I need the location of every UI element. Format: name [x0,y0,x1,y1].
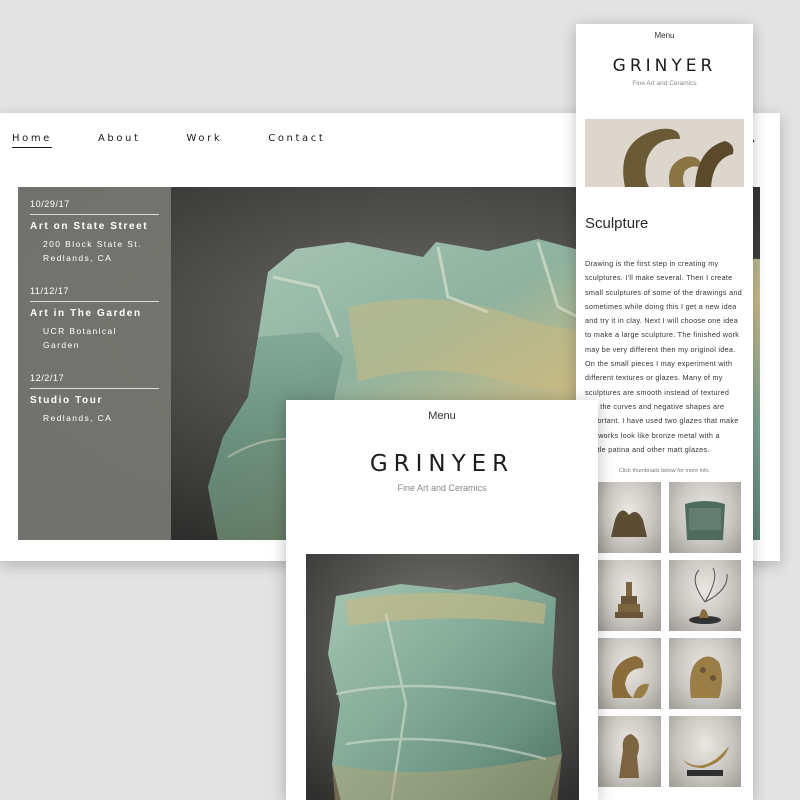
section-title: Sculpture [585,215,649,232]
banana-sculpture-icon[interactable] [669,716,741,788]
event-address-line: 200 Block State St. [43,239,142,249]
main-nav: Home About Work Contact [12,133,325,148]
sculpture-description: Drawing is the first step in creating my… [585,259,743,454]
site-tagline: Fine Art and Ceramics [632,80,697,87]
bird-figure-icon[interactable] [597,716,661,788]
event-title: Studio Tour [30,395,103,406]
sculpture-header-image [585,119,744,187]
event-address-line: Garden [43,340,80,350]
thumbnail-hint: Click thumbnails below for more info. [618,468,711,475]
nav-contact-link[interactable]: Contact [268,133,325,148]
nav-work-link[interactable]: Work [187,133,223,148]
site-logo[interactable]: GRINYER [576,56,753,76]
event-address-line: Redlands, CA [43,253,113,263]
events-panel: 10/29/17 Art on State Street 200 Block S… [18,187,171,540]
stacked-vessel-icon[interactable] [597,560,661,632]
textured-figure-icon[interactable] [669,638,741,710]
mobile-home-page-mockup: Menu GRINYER Fine Art and Ceramics [286,400,598,800]
event-date: 11/12/17 [30,286,159,302]
nav-home-link[interactable]: Home [12,133,52,148]
event-address: Redlands, CA [43,411,171,425]
event-date: 12/2/17 [30,373,159,389]
event-title: Art on State Street [30,221,149,232]
event-date: 10/29/17 [30,199,159,215]
green-vessel-icon[interactable] [669,482,741,554]
event-item[interactable]: 12/2/17 Studio Tour Redlands, CA [30,373,171,425]
basket-sculpture-icon[interactable] [597,482,661,554]
site-tagline: Fine Art and Ceramics [397,483,487,493]
site-logo[interactable]: GRINYER [286,451,598,477]
nav-about-link[interactable]: About [98,133,141,148]
event-address: 200 Block State St. Redlands, CA [43,237,171,265]
wire-sculpture-icon[interactable] [669,560,741,632]
event-address: UCR Botanical Garden [43,324,171,352]
thumbnail-grid [597,482,753,788]
featured-vessel-photo [306,554,579,800]
menu-button[interactable]: Menu [286,410,598,422]
mobile-sculpture-page-mockup: Menu GRINYER Fine Art and Ceramics Sculp… [576,24,753,800]
event-item[interactable]: 11/12/17 Art in The Garden UCR Botanical… [30,286,171,352]
event-address-line: Redlands, CA [43,413,113,423]
event-item[interactable]: 10/29/17 Art on State Street 200 Block S… [30,199,171,265]
curved-bronze-icon[interactable] [597,638,661,710]
menu-button[interactable]: Menu [576,31,753,40]
event-address-line: UCR Botanical [43,326,117,336]
event-title: Art in The Garden [30,308,142,319]
